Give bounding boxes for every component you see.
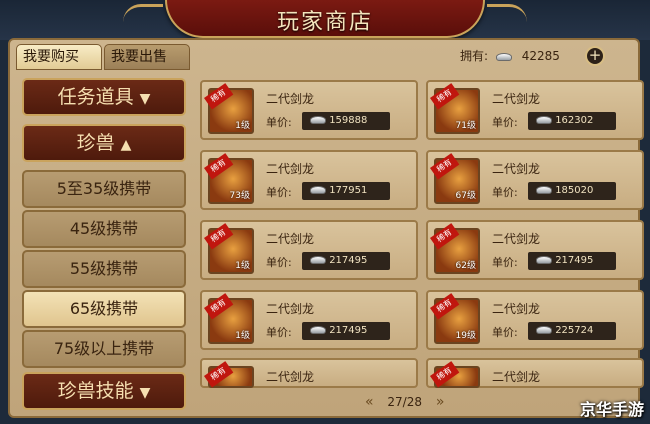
silver-ingot-icon xyxy=(536,186,552,194)
watermark: 京华手游 xyxy=(579,400,644,419)
shop-item-card[interactable]: 1级 稀有 二代剑龙 单价: 217495 xyxy=(200,290,418,350)
price-box: 159888 xyxy=(302,112,390,130)
item-name: 二代剑龙 xyxy=(266,370,315,384)
sidebar-item-65[interactable]: 65级携带 xyxy=(22,290,186,328)
price-box: 185020 xyxy=(528,182,616,200)
silver-ingot-icon xyxy=(495,52,512,61)
price-box: 217495 xyxy=(528,252,616,270)
item-name: 二代剑龙 xyxy=(266,302,315,316)
item-price: 185020 xyxy=(555,185,594,196)
currency-label: 拥有: xyxy=(460,49,489,63)
item-price: 225724 xyxy=(555,325,594,336)
pet-level: 73级 xyxy=(229,191,250,201)
price-label: 单价: xyxy=(266,186,292,199)
pagination: « 27/28 » xyxy=(355,394,454,410)
item-name: 二代剑龙 xyxy=(266,232,315,246)
sidebar-item-label: 珍兽 xyxy=(76,132,115,154)
sidebar-item-label: 珍兽技能 xyxy=(57,380,134,402)
currency-display: 拥有: 42285 xyxy=(460,47,560,64)
chevron-up-icon: ▲ xyxy=(120,137,132,153)
page-indicator: 27/28 xyxy=(387,395,422,409)
sidebar-item-pet-skills[interactable]: 珍兽技能 ▼ xyxy=(22,372,186,410)
shop-item-card[interactable]: 71级 稀有 二代剑龙 单价: 162302 xyxy=(426,80,644,140)
tab-sell[interactable]: 我要出售 xyxy=(104,44,190,70)
item-name: 二代剑龙 xyxy=(266,162,315,176)
pet-level: 62级 xyxy=(455,261,476,271)
sidebar-item-label: 55级携带 xyxy=(69,259,139,278)
chevron-down-icon: ▼ xyxy=(139,385,151,401)
price-label: 单价: xyxy=(266,256,292,269)
item-price: 217495 xyxy=(329,325,368,336)
silver-ingot-icon xyxy=(536,256,552,264)
shop-item-card[interactable]: 62级 稀有 二代剑龙 单价: 217495 xyxy=(426,220,644,280)
silver-ingot-icon xyxy=(310,116,326,124)
title-banner: 玩家商店 xyxy=(123,0,527,38)
item-price: 162302 xyxy=(555,115,594,126)
item-price: 217495 xyxy=(329,255,368,266)
shop-item-card[interactable]: 67级 稀有 二代剑龙 单价: 185020 xyxy=(426,150,644,210)
price-box: 217495 xyxy=(302,252,390,270)
price-box: 225724 xyxy=(528,322,616,340)
item-name: 二代剑龙 xyxy=(492,370,541,384)
item-name: 二代剑龙 xyxy=(492,302,541,316)
add-currency-button[interactable]: + xyxy=(585,46,605,66)
sidebar-item-label: 75级以上携带 xyxy=(53,339,155,358)
silver-ingot-icon xyxy=(536,116,552,124)
silver-ingot-icon xyxy=(310,326,326,334)
price-label: 单价: xyxy=(266,326,292,339)
currency-value: 42285 xyxy=(521,49,560,63)
silver-ingot-icon xyxy=(310,186,326,194)
pet-level: 1级 xyxy=(235,261,250,271)
price-box: 162302 xyxy=(528,112,616,130)
sidebar-item-label: 45级携带 xyxy=(69,219,139,238)
chevron-down-icon: ▼ xyxy=(139,91,151,107)
page-title: 玩家商店 xyxy=(276,10,373,35)
price-label: 单价: xyxy=(266,116,292,129)
sidebar-item-55[interactable]: 55级携带 xyxy=(22,250,186,288)
sidebar-item-pets[interactable]: 珍兽 ▲ xyxy=(22,124,186,162)
price-label: 单价: xyxy=(492,326,518,339)
item-name: 二代剑龙 xyxy=(492,232,541,246)
price-label: 单价: xyxy=(492,116,518,129)
sidebar-item-45[interactable]: 45级携带 xyxy=(22,210,186,248)
item-price: 177951 xyxy=(329,185,368,196)
pet-level: 71级 xyxy=(455,121,476,131)
item-name: 二代剑龙 xyxy=(492,162,541,176)
price-label: 单价: xyxy=(492,186,518,199)
sidebar-item-75-plus[interactable]: 75级以上携带 xyxy=(22,330,186,368)
shop-item-card[interactable]: 1级 稀有 二代剑龙 单价: 217495 xyxy=(200,220,418,280)
shop-item-card[interactable]: 稀有 二代剑龙 xyxy=(200,358,418,388)
pet-level: 1级 xyxy=(235,331,250,341)
next-page-button[interactable]: » xyxy=(436,394,445,410)
sidebar-item-5-35[interactable]: 5至35级携带 xyxy=(22,170,186,208)
pet-level: 67级 xyxy=(455,191,476,201)
sidebar-item-label: 65级携带 xyxy=(69,299,139,318)
shop-item-card[interactable]: 73级 稀有 二代剑龙 单价: 177951 xyxy=(200,150,418,210)
item-price: 217495 xyxy=(555,255,594,266)
price-box: 177951 xyxy=(302,182,390,200)
shop-item-card[interactable]: 19级 稀有 二代剑龙 单价: 225724 xyxy=(426,290,644,350)
item-price: 159888 xyxy=(329,115,368,126)
price-label: 单价: xyxy=(492,256,518,269)
silver-ingot-icon xyxy=(310,256,326,264)
pet-level: 19级 xyxy=(455,331,476,341)
item-name: 二代剑龙 xyxy=(266,92,315,106)
silver-ingot-icon xyxy=(536,326,552,334)
item-name: 二代剑龙 xyxy=(492,92,541,106)
sidebar-item-label: 任务道具 xyxy=(57,86,134,108)
pet-level: 1级 xyxy=(235,121,250,131)
price-box: 217495 xyxy=(302,322,390,340)
sidebar-item-quest-items[interactable]: 任务道具 ▼ xyxy=(22,78,186,116)
shop-item-card[interactable]: 1级 稀有 二代剑龙 单价: 159888 xyxy=(200,80,418,140)
shop-item-card[interactable]: 稀有 二代剑龙 xyxy=(426,358,644,388)
tab-buy[interactable]: 我要购买 xyxy=(16,44,102,70)
sidebar-item-label: 5至35级携带 xyxy=(56,179,152,198)
prev-page-button[interactable]: « xyxy=(365,394,374,410)
